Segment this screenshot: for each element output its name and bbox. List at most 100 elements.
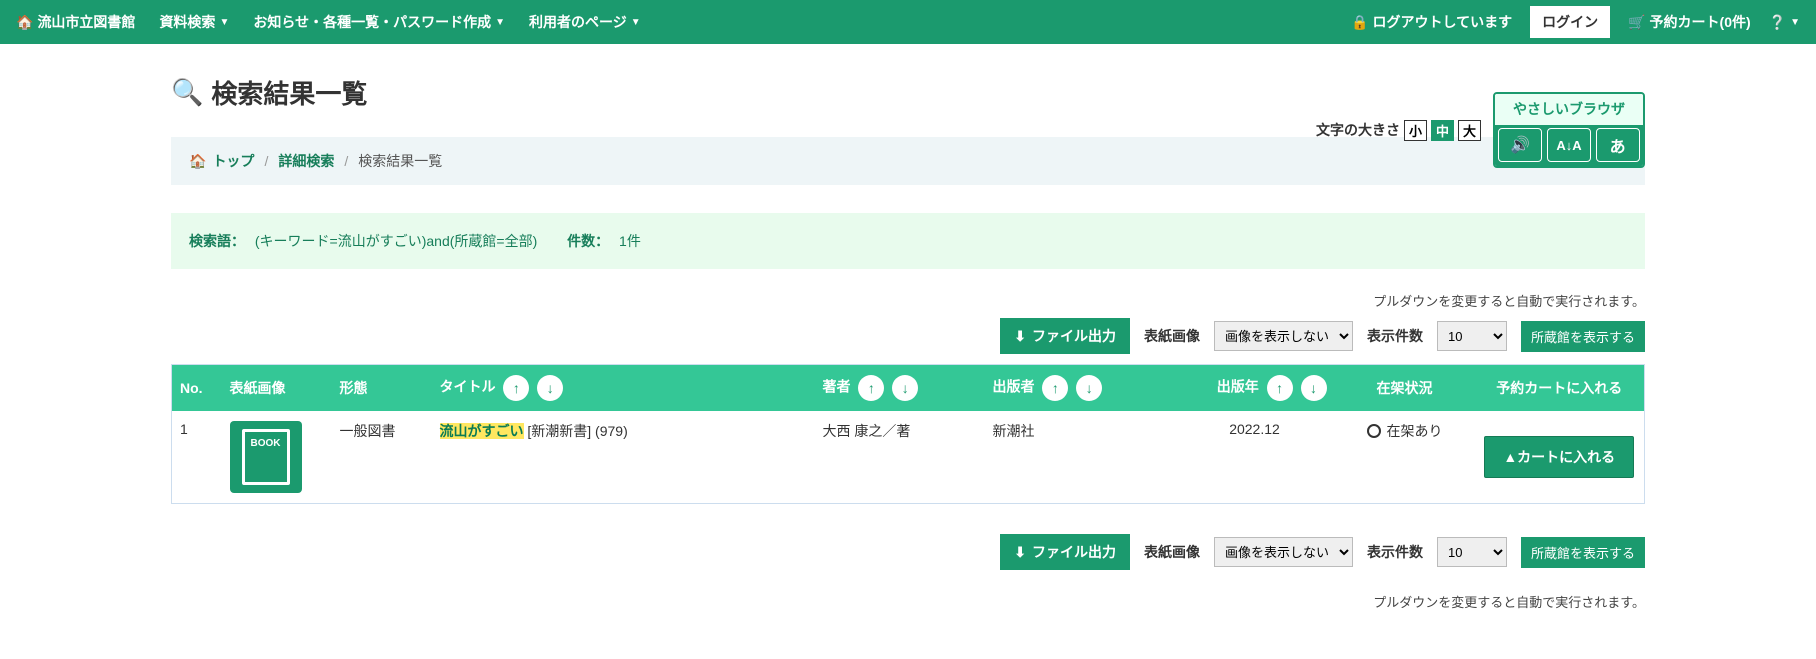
nav-search-label: 資料検索	[159, 12, 215, 32]
file-output-label: ファイル出力	[1032, 326, 1116, 346]
font-size-medium[interactable]: 中	[1431, 120, 1454, 141]
col-cart: 予約カートに入れる	[1475, 365, 1645, 412]
per-page-label-bottom: 表示件数	[1367, 542, 1423, 562]
show-library-button-bottom[interactable]: 所蔵館を表示する	[1521, 537, 1645, 568]
login-button[interactable]: ログイン	[1530, 6, 1610, 38]
speaker-icon[interactable]: 🔊	[1498, 128, 1542, 162]
easy-browser-icons: 🔊 A↓A あ	[1495, 125, 1643, 166]
sort-author-desc[interactable]: ↓	[892, 375, 918, 401]
sort-year-asc[interactable]: ↑	[1267, 375, 1293, 401]
nav-user-page[interactable]: 利用者のページ ▼	[529, 12, 641, 32]
col-publisher-label: 出版者	[993, 379, 1035, 395]
sort-publisher-asc[interactable]: ↑	[1042, 375, 1068, 401]
download-icon: ⬇	[1014, 544, 1026, 561]
navbar-left: 🏠 流山市立図書館 資料検索 ▼ お知らせ・各種一覧・パスワード作成 ▼ 利用者…	[16, 12, 641, 32]
breadcrumb-top[interactable]: トップ	[212, 151, 254, 171]
query-value: (キーワード=流山がすごい)and(所蔵館=全部)	[255, 233, 537, 249]
nav-cart[interactable]: 🛒 予約カート(0件)	[1628, 12, 1751, 32]
auto-exec-note: プルダウンを変更すると自動で実行されます。	[171, 291, 1645, 310]
stock-label: 在架あり	[1387, 421, 1443, 441]
font-size-large[interactable]: 大	[1458, 120, 1481, 141]
cover-image-select-bottom[interactable]: 画像を表示しない	[1214, 537, 1353, 567]
add-to-cart-button[interactable]: ▲カートに入れる	[1484, 436, 1634, 478]
nav-home-label: 流山市立図書館	[37, 12, 135, 32]
cart-icon: 🛒	[1628, 14, 1645, 31]
search-summary: 検索語： (キーワード=流山がすごい)and(所蔵館=全部) 件数： 1件	[171, 213, 1645, 269]
stock-status: 在架あり	[1343, 421, 1467, 441]
nav-home[interactable]: 🏠 流山市立図書館	[16, 12, 135, 32]
file-output-button-bottom[interactable]: ⬇ ファイル出力	[1000, 534, 1130, 570]
breadcrumb-sep: /	[340, 153, 352, 169]
hiragana-icon[interactable]: あ	[1596, 128, 1640, 162]
cell-no: 1	[172, 411, 222, 504]
sort-author-asc[interactable]: ↑	[858, 375, 884, 401]
font-size-label: 文字の大きさ	[1316, 120, 1400, 140]
navbar: 🏠 流山市立図書館 資料検索 ▼ お知らせ・各種一覧・パスワード作成 ▼ 利用者…	[0, 0, 1816, 44]
col-year-label: 出版年	[1217, 379, 1259, 395]
easy-browser-title: やさしいブラウザ	[1495, 94, 1643, 125]
font-size-small[interactable]: 小	[1404, 120, 1427, 141]
breadcrumb-current: 検索結果一覧	[358, 151, 442, 171]
col-no: No.	[172, 365, 222, 412]
cover-image-select[interactable]: 画像を表示しない	[1214, 321, 1353, 351]
caret-down-icon: ▼	[631, 17, 641, 28]
per-page-select[interactable]: 10	[1437, 321, 1507, 351]
auto-exec-note-bottom: プルダウンを変更すると自動で実行されます。	[171, 592, 1645, 611]
nav-user-page-label: 利用者のページ	[529, 12, 627, 32]
caret-down-icon: ▼	[495, 17, 505, 28]
main-container: 文字の大きさ 小 中 大 やさしいブラウザ 🔊 A↓A あ 🔍 検索結果一覧 🏠…	[143, 74, 1673, 611]
caret-down-icon: ▼	[1790, 17, 1800, 28]
query-label: 検索語：	[189, 233, 245, 249]
caret-down-icon: ▼	[219, 17, 229, 28]
sort-title-desc[interactable]: ↓	[537, 375, 563, 401]
cell-cover: BOOK	[222, 411, 332, 504]
top-right-controls: 文字の大きさ 小 中 大 やさしいブラウザ 🔊 A↓A あ	[1316, 92, 1645, 168]
toolbar-bottom: ⬇ ファイル出力 表紙画像 画像を表示しない 表示件数 10 所蔵館を表示する	[171, 534, 1645, 570]
count-label: 件数：	[567, 233, 609, 249]
col-cover: 表紙画像	[222, 365, 332, 412]
nav-help[interactable]: ❔ ▼	[1769, 14, 1800, 31]
cell-title: 流山がすごい [新潮新書] (979)	[432, 411, 815, 504]
cell-format: 一般図書	[332, 411, 432, 504]
title-highlight: 流山がすごい	[440, 423, 524, 439]
per-page-label: 表示件数	[1367, 326, 1423, 346]
navbar-right: 🔒 ログアウトしています ログイン 🛒 予約カート(0件) ❔ ▼	[1351, 6, 1800, 38]
show-library-button[interactable]: 所蔵館を表示する	[1521, 321, 1645, 352]
cell-stock: 在架あり	[1335, 411, 1475, 504]
file-output-label-bottom: ファイル出力	[1032, 542, 1116, 562]
count-value: 1件	[619, 233, 641, 249]
book-icon: BOOK	[230, 421, 302, 493]
bottom-area: ⬇ ファイル出力 表紙画像 画像を表示しない 表示件数 10 所蔵館を表示する …	[171, 534, 1645, 611]
home-icon: 🏠	[189, 153, 206, 170]
col-author: 著者 ↑ ↓	[815, 365, 985, 412]
nav-search[interactable]: 資料検索 ▼	[159, 12, 229, 32]
table-row: 1 BOOK 一般図書 流山がすごい [新潮新書] (979) 大西 康之／著 …	[172, 411, 1645, 504]
easy-browser-widget[interactable]: やさしいブラウザ 🔊 A↓A あ	[1493, 92, 1645, 168]
sort-year-desc[interactable]: ↓	[1301, 375, 1327, 401]
breadcrumb-advanced[interactable]: 詳細検索	[278, 151, 334, 171]
cell-publisher: 新潮社	[985, 411, 1175, 504]
nav-news-label: お知らせ・各種一覧・パスワード作成	[253, 12, 491, 32]
font-size-group: 文字の大きさ 小 中 大	[1316, 120, 1481, 141]
sort-publisher-desc[interactable]: ↓	[1076, 375, 1102, 401]
logout-status-label: ログアウトしています	[1373, 12, 1513, 32]
cell-year: 2022.12	[1175, 411, 1335, 504]
font-a-icon[interactable]: A↓A	[1547, 128, 1591, 162]
results-table: No. 表紙画像 形態 タイトル ↑ ↓ 著者 ↑ ↓ 出版者 ↑ ↓	[171, 364, 1645, 504]
nav-cart-label: 予約カート(0件)	[1650, 12, 1751, 32]
toolbar-top: ⬇ ファイル出力 表紙画像 画像を表示しない 表示件数 10 所蔵館を表示する	[171, 318, 1645, 354]
cover-image-label-bottom: 表紙画像	[1144, 542, 1200, 562]
per-page-select-bottom[interactable]: 10	[1437, 537, 1507, 567]
stock-circle-icon	[1367, 424, 1381, 438]
logout-status: 🔒 ログアウトしています	[1351, 12, 1512, 32]
cell-cart: ▲カートに入れる	[1475, 411, 1645, 504]
nav-news[interactable]: お知らせ・各種一覧・パスワード作成 ▼	[253, 12, 505, 32]
download-icon: ⬇	[1014, 328, 1026, 345]
page-title: 検索結果一覧	[211, 74, 367, 111]
col-year: 出版年 ↑ ↓	[1175, 365, 1335, 412]
sort-title-asc[interactable]: ↑	[503, 375, 529, 401]
book-icon-inner: BOOK	[242, 429, 290, 485]
col-format: 形態	[332, 365, 432, 412]
file-output-button[interactable]: ⬇ ファイル出力	[1000, 318, 1130, 354]
result-title-link[interactable]: 流山がすごい	[440, 423, 524, 439]
